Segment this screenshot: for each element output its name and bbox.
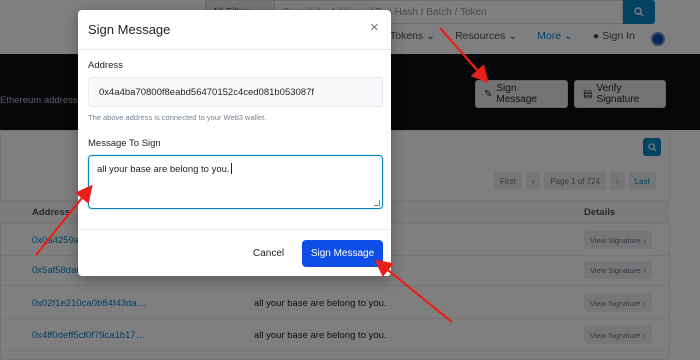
annotation-arrows [35, 27, 489, 323]
arrow-to-message-field [35, 184, 93, 256]
arrow-to-submit-button [374, 259, 453, 323]
arrow-to-sign-message-button [439, 27, 489, 84]
